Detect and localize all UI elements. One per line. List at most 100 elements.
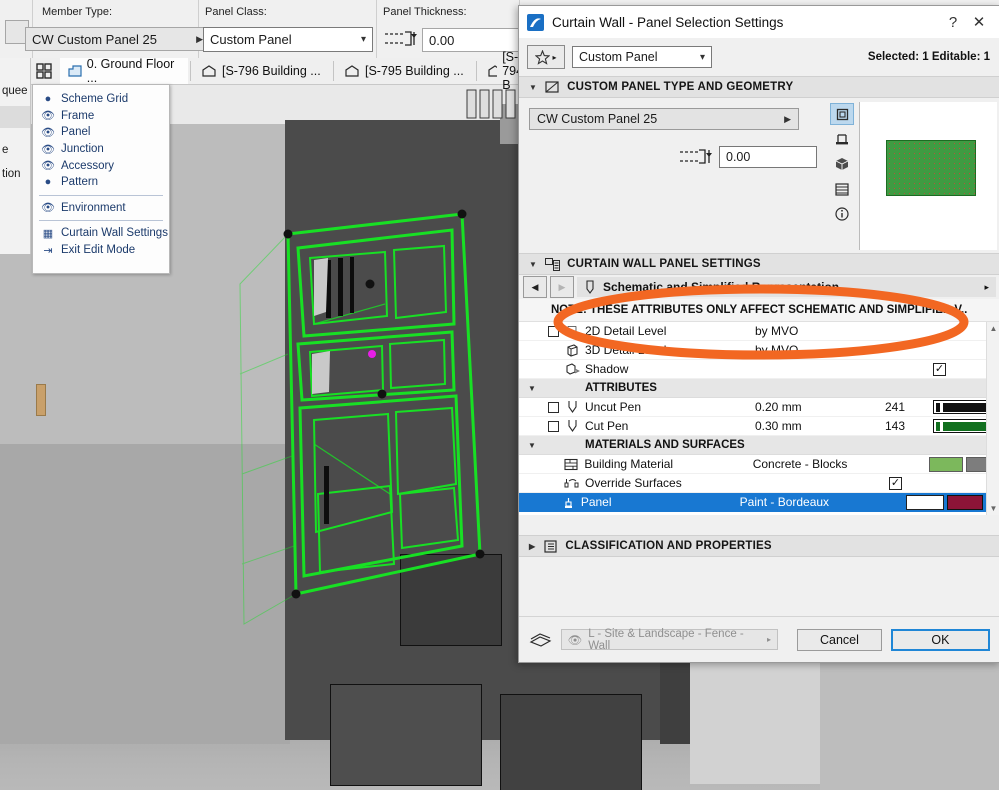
favorites-caret-icon[interactable]: ▸ xyxy=(552,53,556,62)
table-row[interactable]: Override Surfaces ✓ xyxy=(519,474,999,493)
section-header-geometry[interactable]: ▼ CUSTOM PANEL TYPE AND GEOMETRY xyxy=(519,76,999,98)
chevron-down-icon[interactable]: ▾ xyxy=(361,34,366,45)
section-title: CUSTOM PANEL TYPE AND GEOMETRY xyxy=(567,81,794,93)
grid-settings-icon: ▦ xyxy=(42,227,54,240)
section-view-icon[interactable] xyxy=(830,178,854,200)
triangle-down-icon[interactable]: ▼ xyxy=(519,384,545,393)
table-row[interactable]: Cut Pen 0.30 mm 143 xyxy=(519,417,999,436)
row-label: Panel xyxy=(580,495,612,509)
table-row[interactable]: Building Material Concrete - Blocks xyxy=(519,455,999,474)
row-label: Building Material xyxy=(584,457,674,471)
row-value[interactable]: by MVO xyxy=(755,343,885,357)
panel-type-value: CW Custom Panel 25 xyxy=(537,112,658,126)
panel-preview[interactable] xyxy=(859,102,997,250)
triangle-right-icon[interactable]: ▶ xyxy=(529,542,535,551)
panel-selection-settings-dialog[interactable]: Curtain Wall - Panel Selection Settings … xyxy=(518,5,999,663)
help-button[interactable]: ? xyxy=(940,9,966,35)
row-checkbox[interactable] xyxy=(545,401,561,413)
preview-view-selector[interactable] xyxy=(828,98,856,228)
list-scrollbar[interactable]: ▲ ▼ xyxy=(986,322,999,515)
scroll-down-icon[interactable]: ▼ xyxy=(987,502,999,515)
viewport-slider-handle[interactable] xyxy=(36,384,46,416)
page-title-field[interactable]: Schematic and Simplified Representation.… xyxy=(577,277,996,297)
member-type-field[interactable]: CW Custom Panel 25 ▶ xyxy=(25,27,210,51)
panel-class-dropdown[interactable]: Custom Panel ▾ xyxy=(203,27,373,52)
row-value[interactable]: Paint - Bordeaux xyxy=(740,495,861,509)
menu-item-junction[interactable]: 👁 Junction xyxy=(33,141,169,158)
layers-icon[interactable] xyxy=(529,631,552,649)
table-row[interactable]: Shadow ✓ xyxy=(519,360,999,379)
chevron-down-icon[interactable]: ▾ xyxy=(700,52,705,63)
ok-button[interactable]: OK xyxy=(890,628,990,651)
row-checkbox[interactable] xyxy=(545,420,561,432)
panel-settings-icon xyxy=(544,257,560,271)
section-header-panel-settings[interactable]: ▼ CURTAIN WALL PANEL SETTINGS xyxy=(519,253,999,275)
table-row[interactable]: 3D Detail Level by MVO xyxy=(519,341,999,360)
triangle-down-icon[interactable]: ▼ xyxy=(519,441,545,450)
scroll-up-icon[interactable]: ▲ xyxy=(987,322,999,335)
favorites-dropdown[interactable]: Custom Panel ▾ xyxy=(572,46,712,68)
curtain-wall-selection[interactable] xyxy=(230,194,560,694)
palette-selected-row[interactable] xyxy=(0,106,30,128)
tab-s796[interactable]: [S-796 Building ... xyxy=(194,58,329,84)
favorites-button[interactable]: ▸ xyxy=(527,45,565,69)
chevron-right-icon[interactable]: ▸ xyxy=(984,282,996,293)
table-row[interactable]: Uncut Pen 0.20 mm 241 xyxy=(519,398,999,417)
table-row[interactable]: ☐ 2D Detail Level by MVO xyxy=(519,322,999,341)
menu-item-scheme-grid[interactable]: ● Scheme Grid xyxy=(33,91,169,108)
thickness-icon xyxy=(385,31,417,46)
settings-list[interactable]: ☐ 2D Detail Level by MVO 3D Detail Level… xyxy=(519,322,999,515)
layer-dropdown[interactable]: 👁 L - Site & Landscape - Fence - Wall ▸ xyxy=(560,628,778,652)
triangle-down-icon[interactable]: ▼ xyxy=(529,83,537,92)
group-header-materials[interactable]: ▼ MATERIALS AND SURFACES xyxy=(519,436,999,455)
thickness-input[interactable]: 0.00 xyxy=(719,146,817,168)
panel-class-label: Panel Class: xyxy=(205,6,267,18)
menu-item-curtain-wall-settings[interactable]: ▦ Curtain Wall Settings xyxy=(33,225,169,242)
prev-page-button[interactable]: ◀ xyxy=(523,276,547,298)
surface-color-swatch[interactable] xyxy=(947,494,984,510)
next-page-button[interactable]: ▶ xyxy=(550,276,574,298)
row-value[interactable]: by MVO xyxy=(755,324,885,338)
row-checkbox[interactable] xyxy=(545,325,561,337)
menu-item-panel[interactable]: 👁 Panel xyxy=(33,124,169,141)
3d-view-icon[interactable] xyxy=(830,153,854,175)
row-value[interactable]: Concrete - Blocks xyxy=(753,457,882,471)
surface-white-swatch[interactable] xyxy=(906,494,945,510)
menu-item-pattern[interactable]: ● Pattern xyxy=(33,174,169,191)
tab-s795[interactable]: [S-795 Building ... xyxy=(337,58,472,84)
menu-item-accessory[interactable]: 👁 Accessory xyxy=(33,157,169,174)
panel-settings-body: ◀ ▶ Schematic and Simplified Representat… xyxy=(519,275,999,515)
cancel-button[interactable]: Cancel xyxy=(797,628,882,651)
menu-item-exit-edit-mode[interactable]: ⇥ Exit Edit Mode xyxy=(33,242,169,259)
panel-type-field[interactable]: CW Custom Panel 25 ▶ xyxy=(529,108,799,130)
chevron-right-icon[interactable]: ▶ xyxy=(784,114,791,125)
row-value[interactable]: 0.30 mm xyxy=(755,419,885,433)
2d-symbol-icon[interactable] xyxy=(830,103,854,125)
elevation-icon xyxy=(345,64,359,77)
row-value[interactable]: 0.20 mm xyxy=(755,400,885,414)
curtain-wall-context-menu[interactable]: ● Scheme Grid 👁 Frame 👁 Panel 👁 Junction… xyxy=(32,84,170,274)
group-label: ATTRIBUTES xyxy=(585,382,657,394)
elevation-icon xyxy=(202,64,216,77)
table-row-selected[interactable]: Panel Paint - Bordeaux ▶ xyxy=(519,493,999,512)
menu-item-environment[interactable]: 👁 Environment xyxy=(33,200,169,217)
info-icon[interactable] xyxy=(830,203,854,225)
chevron-right-icon[interactable]: ▶ xyxy=(196,34,203,45)
menu-label: Panel xyxy=(61,126,91,139)
panel-thickness-label: Panel Thickness: xyxy=(383,6,467,18)
triangle-down-icon[interactable]: ▼ xyxy=(529,260,537,269)
menu-label: Junction xyxy=(61,143,104,156)
grid-icon[interactable] xyxy=(36,63,54,79)
chevron-right-icon[interactable]: ▸ xyxy=(767,635,771,644)
group-header-attributes[interactable]: ▼ ATTRIBUTES xyxy=(519,379,999,398)
tab-ground-floor[interactable]: 0. Ground Floor ... xyxy=(60,57,188,85)
brick-icon xyxy=(561,458,583,471)
menu-item-frame[interactable]: 👁 Frame xyxy=(33,108,169,125)
front-view-icon[interactable] xyxy=(830,128,854,150)
menu-divider xyxy=(39,220,163,222)
row-label: 2D Detail Level xyxy=(585,324,667,338)
dialog-title-bar[interactable]: Curtain Wall - Panel Selection Settings … xyxy=(519,6,999,38)
section-header-classification[interactable]: ▶ CLASSIFICATION AND PROPERTIES xyxy=(519,535,999,557)
left-tool-palette[interactable]: quee e tion xyxy=(0,58,31,254)
close-icon[interactable]: ✕ xyxy=(966,9,992,35)
